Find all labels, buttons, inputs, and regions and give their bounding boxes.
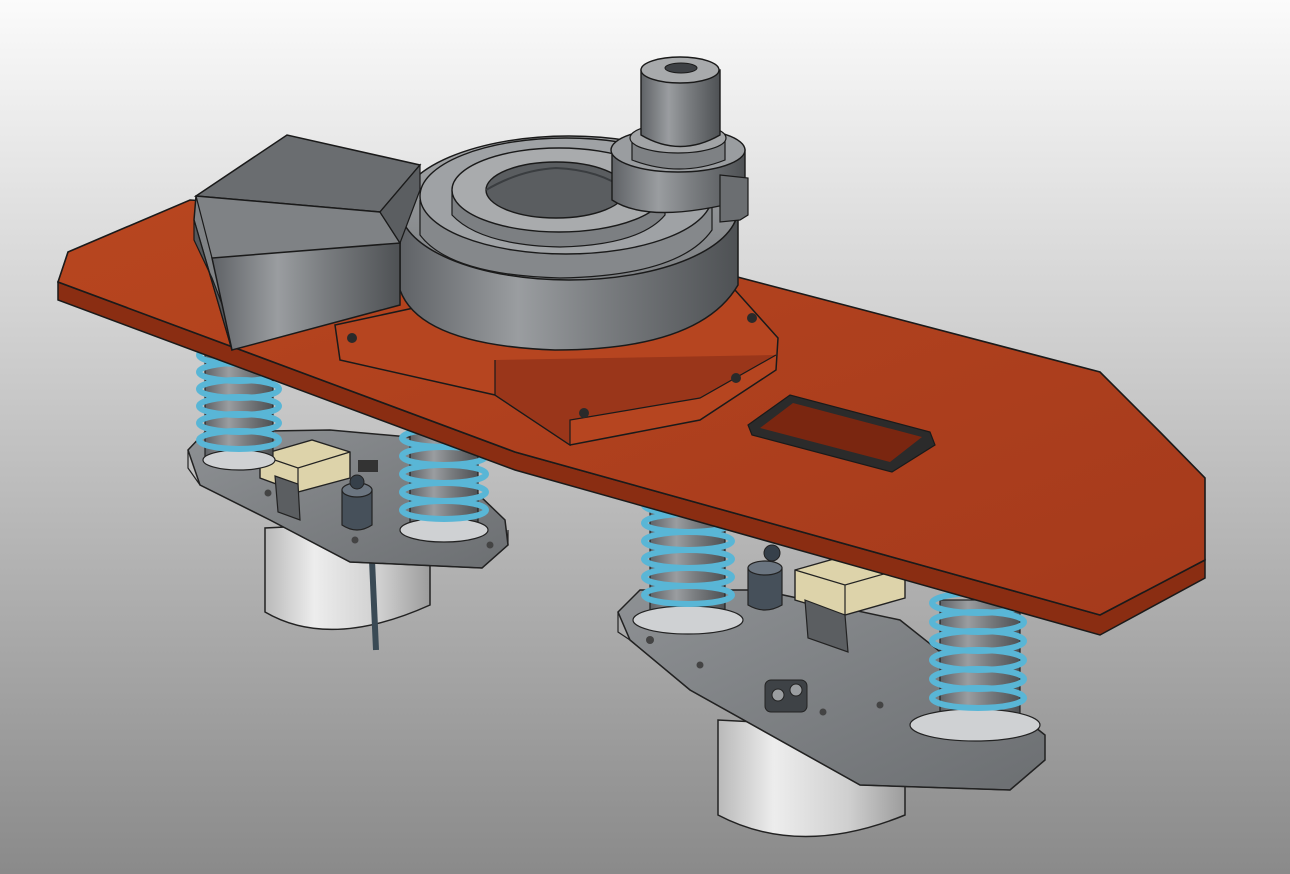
assembly-model[interactable]: [0, 0, 1290, 874]
shaft-post[interactable]: [640, 56, 721, 148]
cad-viewport[interactable]: [0, 0, 1290, 874]
right-sensor-knob[interactable]: [747, 544, 783, 611]
